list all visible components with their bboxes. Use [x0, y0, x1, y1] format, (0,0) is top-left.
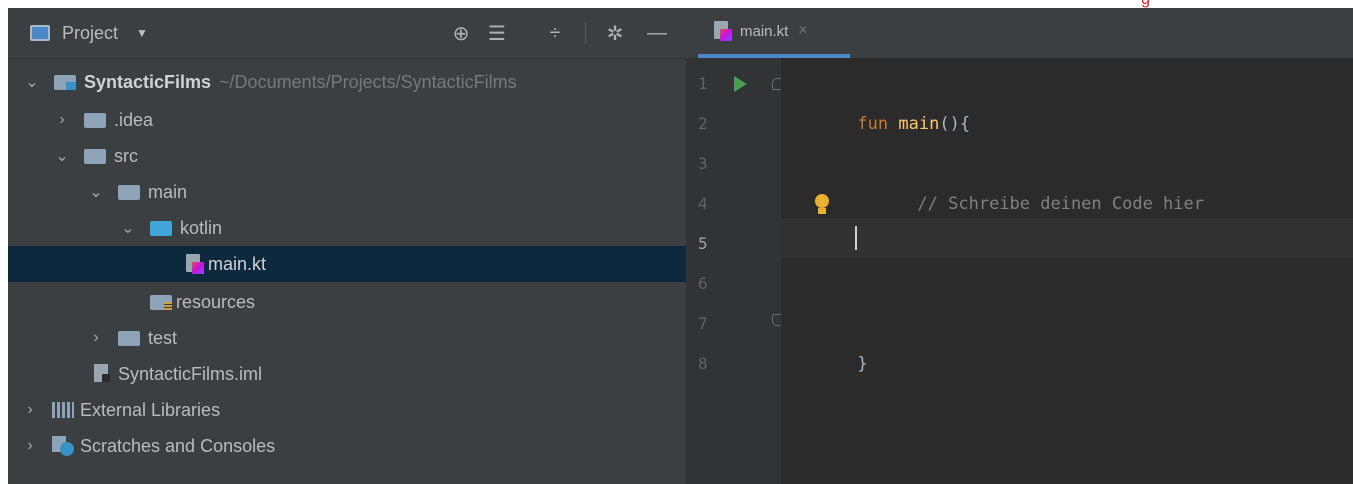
tree-item-root[interactable]: ⌄ SyntacticFilms ~/Documents/Projects/Sy…: [8, 64, 702, 100]
project-view-selector[interactable]: Project ▼: [30, 20, 148, 46]
minimize-icon[interactable]: —: [644, 20, 670, 46]
tree-item-test[interactable]: › test: [8, 320, 766, 356]
close-icon[interactable]: ×: [798, 22, 807, 40]
folder-icon: [84, 148, 106, 164]
project-panel-icon: [30, 25, 50, 41]
code-line-7[interactable]: }: [796, 304, 867, 374]
code-comment: // Schreibe deinen Code hier: [917, 194, 1204, 214]
chevron-down-icon[interactable]: ⌄: [88, 182, 104, 202]
tree-item-kotlin[interactable]: ⌄ kotlin: [8, 210, 798, 246]
module-folder-icon: [54, 74, 76, 90]
line-number: 4: [698, 194, 708, 213]
project-panel-header: Project ▼ ⊕ ☰ ÷ ✲ —: [8, 8, 686, 59]
kotlin-file-icon: [712, 21, 732, 41]
run-gutter-icon[interactable]: [734, 76, 747, 92]
editor-gutter: 1 2 3 4 5 6 7 8: [686, 58, 781, 484]
tree-item-src[interactable]: ⌄ src: [8, 138, 732, 174]
libraries-icon: [52, 402, 74, 418]
line-number: 2: [698, 114, 708, 133]
folder-icon: [118, 330, 140, 346]
folder-icon: [84, 112, 106, 128]
line-number-current: 5: [698, 234, 708, 253]
tab-label: main.kt: [740, 22, 789, 40]
header-separator: [585, 22, 586, 44]
locate-icon[interactable]: ⊕: [448, 20, 474, 46]
tree-item-label: SyntacticFilms: [84, 71, 212, 92]
line-number: 6: [698, 274, 708, 293]
tree-item-external-libraries[interactable]: › External Libraries: [8, 392, 700, 428]
tree-item-path: ~/Documents/Projects/SyntacticFilms: [219, 71, 517, 92]
chevron-right-icon[interactable]: ›: [54, 111, 70, 129]
line-number: 3: [698, 154, 708, 173]
tree-item-label: main.kt: [208, 253, 267, 274]
module-file-icon: [92, 364, 112, 384]
chevron-down-icon[interactable]: ⌄: [54, 146, 70, 166]
function-name: main: [898, 114, 940, 134]
tree-item-label: src: [114, 145, 138, 166]
collapse-all-icon[interactable]: ÷: [542, 20, 568, 46]
tree-item-iml[interactable]: SyntacticFilms.iml: [8, 356, 770, 392]
code-line-1[interactable]: fun main(){: [796, 64, 970, 134]
ide-window: Project ▼ ⊕ ☰ ÷ ✲ — ⌄ SyntacticFilms ~/D…: [8, 8, 1353, 484]
tree-item-main[interactable]: ⌄ main: [8, 174, 766, 210]
chevron-right-icon[interactable]: ›: [22, 401, 38, 419]
tree-item-label: .idea: [114, 109, 154, 130]
resources-folder-icon: [150, 294, 172, 310]
tree-item-label: resources: [176, 291, 256, 312]
folder-icon: [118, 184, 140, 200]
code-punctuation: (){: [939, 114, 971, 134]
project-panel: Project ▼ ⊕ ☰ ÷ ✲ — ⌄ SyntacticFilms ~/D…: [8, 8, 862, 484]
tree-item-label: Scratches and Consoles: [80, 435, 276, 456]
chevron-down-icon[interactable]: ⌄: [24, 72, 40, 92]
text-caret: [855, 226, 857, 250]
chevron-right-icon[interactable]: ›: [22, 437, 38, 455]
panel-title: Project: [62, 22, 119, 43]
line-number: 7: [698, 314, 708, 333]
line-number: 8: [698, 354, 708, 373]
chevron-down-icon[interactable]: ▼: [136, 26, 148, 40]
scratches-icon: [52, 436, 74, 456]
lightbulb-icon[interactable]: [814, 194, 830, 218]
tree-item-label: test: [148, 327, 178, 348]
editor: main.kt × 1 2 3 4 5 6 7 8 fun main(){ //…: [686, 8, 1353, 484]
tree-item-label: SyntacticFilms.iml: [118, 363, 263, 384]
tree-item-label: main: [148, 181, 188, 202]
top-strip: g: [0, 0, 1353, 8]
tree-item-label: External Libraries: [80, 399, 221, 420]
expand-all-icon[interactable]: ☰: [484, 20, 510, 46]
keyword-fun: fun: [857, 114, 889, 134]
closing-brace: }: [857, 354, 868, 374]
gear-icon[interactable]: ✲: [602, 20, 628, 46]
code-line-3[interactable]: // Schreibe deinen Code hier: [856, 144, 1204, 214]
source-folder-icon: [150, 220, 172, 236]
tree-item-scratches[interactable]: › Scratches and Consoles: [8, 428, 700, 464]
line-number: 1: [698, 74, 708, 93]
red-mark-text: g: [1141, 0, 1150, 8]
chevron-down-icon[interactable]: ⌄: [120, 218, 136, 238]
tab-main-kt[interactable]: main.kt ×: [698, 8, 850, 58]
editor-tab-bar: main.kt ×: [686, 8, 1353, 59]
tree-item-label: kotlin: [180, 217, 223, 238]
chevron-right-icon[interactable]: ›: [88, 329, 104, 347]
kotlin-file-icon: [184, 254, 204, 274]
tree-item-idea[interactable]: › .idea: [8, 102, 732, 138]
